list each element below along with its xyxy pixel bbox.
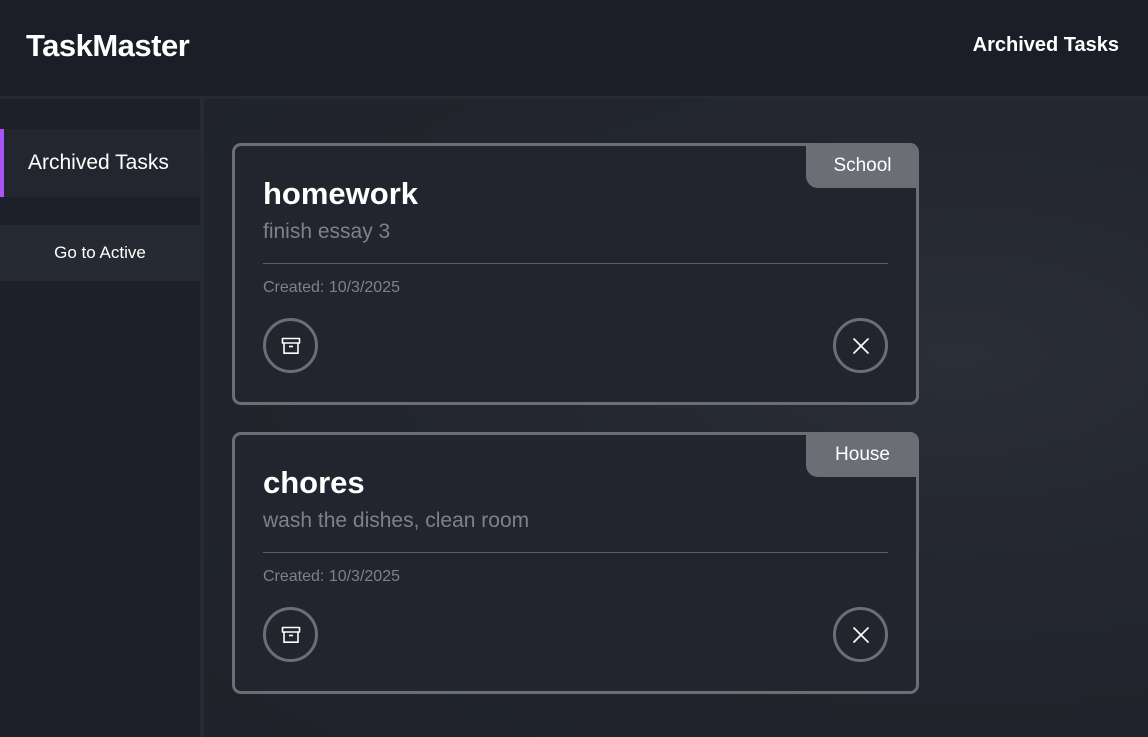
app-root: TaskMaster Archived Tasks Archived Tasks… <box>0 0 1148 737</box>
delete-button[interactable] <box>833 318 888 373</box>
unarchive-button[interactable] <box>263 318 318 373</box>
task-title: homework <box>263 176 419 211</box>
app-title: TaskMaster <box>26 28 190 63</box>
task-title: chores <box>263 465 365 500</box>
sidebar-item-archived-tasks[interactable]: Archived Tasks <box>0 129 200 197</box>
task-list: School homework finish essay 3 Created: … <box>204 99 1148 737</box>
archive-box-icon <box>281 626 301 644</box>
delete-button[interactable] <box>833 607 888 662</box>
unarchive-button[interactable] <box>263 607 318 662</box>
task-description: finish essay 3 <box>263 220 391 243</box>
task-card: House chores wash the dishes, clean room… <box>232 432 919 694</box>
sidebar: Archived Tasks Go to Active <box>0 99 204 737</box>
close-icon <box>852 337 870 355</box>
category-tag: House <box>806 435 916 477</box>
category-tag: School <box>806 146 916 188</box>
task-card: School homework finish essay 3 Created: … <box>232 143 919 405</box>
archive-box-icon <box>281 337 301 355</box>
go-to-active-button[interactable]: Go to Active <box>0 225 200 281</box>
task-description: wash the dishes, clean room <box>263 509 530 532</box>
card-divider <box>263 552 888 553</box>
archived-tasks-nav-link[interactable]: Archived Tasks <box>973 34 1119 57</box>
created-date: Created: 10/3/2025 <box>263 279 400 296</box>
created-date: Created: 10/3/2025 <box>263 568 400 585</box>
close-icon <box>852 626 870 644</box>
card-divider <box>263 263 888 264</box>
top-bar: TaskMaster Archived Tasks <box>0 0 1148 99</box>
